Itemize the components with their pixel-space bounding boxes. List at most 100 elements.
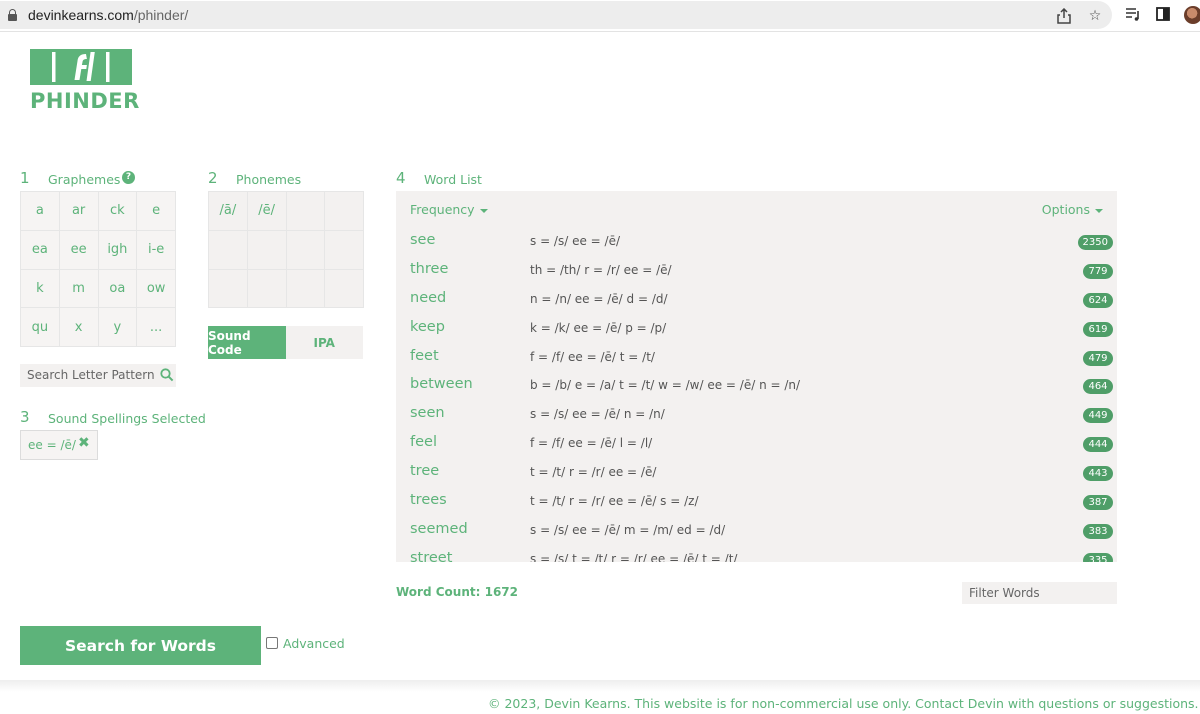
word-spelling: t = /t/ r = /r/ ee = /ē/ [530,465,657,480]
phoneme-cell [286,192,326,231]
frequency-badge: 464 [1083,379,1113,395]
phoneme-cell [325,230,364,270]
phonemes-title: Phonemes [236,172,302,187]
grapheme-cell[interactable]: ea [21,230,60,270]
grapheme-cell[interactable]: oa [98,269,138,309]
word-row[interactable]: tree t = /t/ r = /r/ ee = /ē/443 [396,459,1117,488]
grapheme-cell[interactable]: e [137,192,176,231]
search-for-words-button[interactable]: Search for Words [20,626,261,665]
selected-spelling-chip: ee = /ē/ ✖ [20,430,98,460]
phoneme-cell[interactable]: /ā/ [209,192,248,231]
advanced-label[interactable]: Advanced [283,636,345,651]
sound-code-button[interactable]: Sound Code [208,326,286,359]
lock-icon[interactable] [8,9,17,21]
phoneme-grid: /ā/ /ē/ [208,191,364,309]
word-row[interactable]: feet f = /f/ ee = /ē/ t = /t/479 [396,344,1117,373]
phoneme-cell [286,269,326,309]
graphemes-title: Graphemes [48,172,121,187]
section-number-4: 4 [396,169,406,187]
word-text: trees [410,492,447,509]
word-spelling: th = /th/ r = /r/ ee = /ē/ [530,262,672,277]
word-spelling: k = /k/ ee = /ē/ p = /p/ [530,320,667,335]
phoneme-cell [247,230,287,270]
filter-words-input[interactable]: Filter Words [962,582,1117,604]
advanced-checkbox[interactable] [266,637,278,649]
word-list-panel[interactable]: Frequency Options see s = /s/ ee = /ē/235… [396,191,1117,562]
word-text: tree [410,463,440,480]
url-text[interactable]: devinkearns.com/phinder/ [28,7,188,23]
help-icon[interactable]: ? [122,171,135,184]
word-row[interactable]: three th = /th/ r = /r/ ee = /ē/779 [396,257,1117,286]
frequency-badge: 2350 [1077,235,1113,250]
phoneme-cell [286,230,326,270]
phoneme-cell [325,269,364,309]
section-number-3: 3 [20,408,30,426]
sound-spellings-selected-title: Sound Spellings Selected [48,411,206,426]
bookmark-star-icon[interactable]: ☆ [1087,8,1103,24]
word-row[interactable]: trees t = /t/ r = /r/ ee = /ē/ s = /z/387 [396,488,1117,517]
grapheme-cell[interactable]: x [59,308,99,347]
options-dropdown[interactable]: Options [1042,202,1103,217]
selected-spelling-label: ee = /ē/ [28,438,76,452]
phoneme-cell [209,230,248,270]
address-bar[interactable]: devinkearns.com/phinder/ ☆ [0,1,1112,29]
frequency-sort-label: Frequency [410,202,475,217]
phoneme-notation-toggle: Sound Code IPA [208,326,363,359]
ipa-button[interactable]: IPA [285,326,363,359]
word-spelling: n = /n/ ee = /ē/ d = /d/ [530,291,668,306]
word-row[interactable]: feel f = /f/ ee = /ē/ l = /l/444 [396,430,1117,459]
search-letter-pattern-placeholder: Search Letter Pattern [27,368,155,382]
footer-text: © 2023, Devin Kearns. This website is fo… [488,696,1199,711]
word-row[interactable]: between b = /b/ e = /a/ t = /t/ w = /w/ e… [396,372,1117,401]
chevron-down-icon [479,208,488,213]
phoneme-cell [209,269,248,309]
logo-text: PHINDER [30,89,140,113]
word-row[interactable]: seemed s = /s/ ee = /ē/ m = /m/ ed = /d/3… [396,517,1117,546]
grapheme-cell[interactable]: qu [21,308,60,347]
word-text: keep [410,318,445,335]
word-row[interactable]: street s = /s/ t = /t/ r = /r/ ee = /ē/ t… [396,546,1117,562]
frequency-badge: 619 [1083,321,1113,337]
close-icon[interactable]: ✖ [78,435,90,451]
logo-mark-icon [30,49,132,85]
search-letter-pattern-input[interactable]: Search Letter Pattern [20,364,176,387]
profile-avatar[interactable] [1184,6,1200,24]
search-icon[interactable] [160,368,174,382]
frequency-badge: 779 [1083,263,1113,279]
grapheme-cell[interactable]: ar [59,192,99,231]
word-row[interactable]: see s = /s/ ee = /ē/2350 [396,228,1117,257]
word-row[interactable]: seen s = /s/ ee = /ē/ n = /n/449 [396,401,1117,430]
word-text: need [410,289,447,306]
frequency-badge: 443 [1083,466,1113,482]
grapheme-cell[interactable]: ow [137,269,176,309]
word-spelling: s = /s/ ee = /ē/ n = /n/ [530,407,665,422]
phoneme-cell [325,192,364,231]
grapheme-cell[interactable]: a [21,192,60,231]
grapheme-cell[interactable]: m [59,269,99,309]
frequency-sort-dropdown[interactable]: Frequency [410,202,488,217]
word-row[interactable]: keep k = /k/ ee = /ē/ p = /p/619 [396,315,1117,344]
word-list-title: Word List [424,172,482,187]
grapheme-cell[interactable]: igh [98,230,138,270]
browser-toolbar: devinkearns.com/phinder/ ☆ [0,0,1200,32]
grapheme-cell[interactable]: ck [98,192,138,231]
phoneme-cell[interactable]: /ē/ [247,192,287,231]
grapheme-cell[interactable]: i-e [137,230,176,270]
frequency-badge: 383 [1083,523,1113,539]
frequency-badge: 479 [1083,350,1113,366]
share-icon[interactable] [1056,7,1072,24]
word-spelling: s = /s/ ee = /ē/ m = /m/ ed = /d/ [530,522,726,537]
phinder-logo[interactable]: PHINDER [30,49,139,114]
grapheme-cell[interactable]: k [21,269,60,309]
reading-list-icon[interactable] [1125,7,1141,23]
filter-words-placeholder: Filter Words [969,586,1040,600]
grapheme-cell[interactable]: ee [59,230,99,270]
phoneme-cell [247,269,287,309]
word-text: street [410,549,453,562]
word-row[interactable]: need n = /n/ ee = /ē/ d = /d/624 [396,286,1117,315]
more-graphemes-cell[interactable]: ... [137,308,176,347]
grapheme-cell[interactable]: y [98,308,138,347]
side-panel-icon[interactable] [1155,7,1171,23]
word-spelling: s = /s/ t = /t/ r = /r/ ee = /ē/ t = /t/ [530,551,738,562]
section-number-2: 2 [208,169,218,187]
